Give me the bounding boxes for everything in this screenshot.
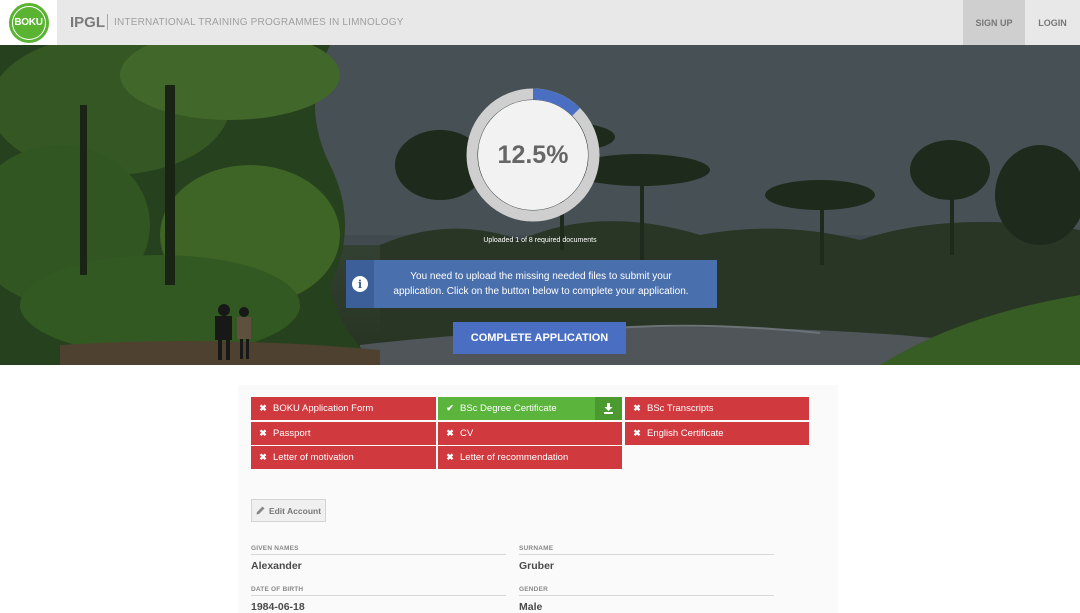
progress-percent: 12.5%	[497, 140, 569, 169]
cross-icon: ✖	[446, 452, 454, 462]
check-icon: ✔	[446, 403, 454, 413]
given-names-label: GIVEN NAMES	[251, 545, 299, 552]
field-divider	[519, 554, 774, 555]
info-message: You need to upload the missing needed fi…	[393, 271, 689, 297]
info-alert-iconbox: i	[346, 260, 374, 308]
document-label: Letter of recommendation	[460, 452, 569, 463]
field-divider	[251, 595, 506, 596]
field-divider	[519, 595, 774, 596]
surname-value: Gruber	[519, 560, 555, 572]
nav-signup-link[interactable]: SIGN UP	[963, 0, 1025, 45]
cross-icon: ✖	[259, 428, 267, 438]
document-label: BSc Transcripts	[647, 403, 714, 414]
info-alert: i You need to upload the missing needed …	[346, 260, 717, 308]
surname-label: SURNAME	[519, 545, 554, 552]
info-icon: i	[352, 276, 368, 292]
pencil-icon	[256, 506, 265, 515]
boku-logo[interactable]: BOKU	[0, 0, 57, 45]
document-label: Letter of motivation	[273, 452, 354, 463]
complete-application-button[interactable]: COMPLETE APPLICATION	[453, 322, 626, 354]
document-letter-of-recommendation[interactable]: ✖ Letter of recommendation	[438, 446, 622, 469]
cross-icon: ✖	[633, 403, 641, 413]
date-of-birth-label: DATE OF BIRTH	[251, 586, 304, 593]
logo-text: BOKU	[12, 6, 45, 39]
document-letter-of-motivation[interactable]: ✖ Letter of motivation	[251, 446, 436, 469]
nav-login-link[interactable]: LOGIN	[1025, 0, 1080, 45]
document-label: CV	[460, 428, 474, 439]
document-cv[interactable]: ✖ CV	[438, 422, 622, 445]
edit-account-label: Edit Account	[268, 505, 322, 516]
cross-icon: ✖	[633, 428, 641, 438]
document-boku-application-form[interactable]: ✖ BOKU Application Form	[251, 397, 436, 420]
top-navbar: BOKU IPGL INTERNATIONAL TRAINING PROGRAM…	[0, 0, 1080, 45]
gender-label: GENDER	[519, 586, 549, 593]
document-bsc-transcripts[interactable]: ✖ BSc Transcripts	[625, 397, 809, 420]
cross-icon: ✖	[446, 428, 454, 438]
brand-tagline: INTERNATIONAL TRAINING PROGRAMMES IN LIM…	[114, 17, 404, 28]
document-english-certificate[interactable]: ✖ English Certificate	[625, 422, 809, 445]
document-label: English Certificate	[647, 428, 724, 439]
document-label: Passport	[273, 428, 311, 439]
document-passport[interactable]: ✖ Passport	[251, 422, 436, 445]
gender-value: Male	[519, 601, 543, 613]
hero-banner: 12.5% Uploaded 1 of 8 required documents…	[0, 45, 1080, 365]
date-of-birth-value: 1984-06-18	[251, 601, 305, 613]
cross-icon: ✖	[259, 403, 267, 413]
cross-icon: ✖	[259, 452, 267, 462]
field-divider	[251, 554, 506, 555]
download-icon[interactable]	[595, 397, 622, 420]
document-bsc-degree-certificate[interactable]: ✔ BSc Degree Certificate	[438, 397, 622, 420]
upload-status-note: Uploaded 1 of 8 required documents	[483, 237, 597, 244]
brand-divider	[107, 14, 108, 30]
given-names-value: Alexander	[251, 560, 302, 572]
edit-account-button[interactable]: Edit Account	[251, 499, 326, 522]
document-label: BSc Degree Certificate	[460, 403, 557, 414]
document-label: BOKU Application Form	[273, 403, 374, 414]
logo-ring: BOKU	[8, 2, 49, 43]
brand-name[interactable]: IPGL	[70, 14, 105, 31]
